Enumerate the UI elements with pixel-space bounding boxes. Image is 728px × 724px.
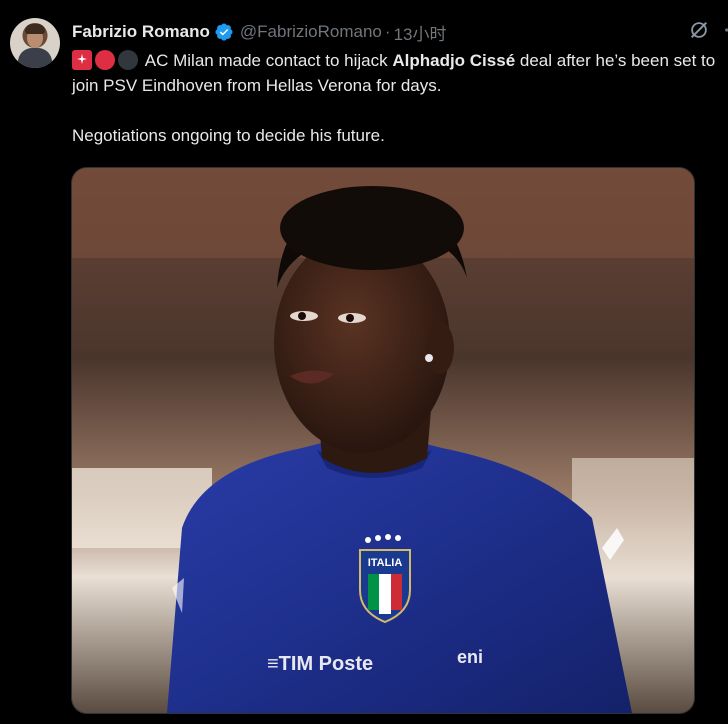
tweet[interactable]: Fabrizio Romano @FabrizioRomano · 13小时 A… (0, 0, 728, 724)
tweet-image[interactable]: ITALIA ≡TIM Poste eni (71, 167, 695, 714)
author-handle[interactable]: @FabrizioRomano (240, 22, 382, 42)
player-name: Alphadjo Cissé (392, 51, 516, 70)
tweet-text: AC Milan made contact to hijack Alphadjo… (72, 48, 722, 148)
tweet-header: Fabrizio Romano @FabrizioRomano · 13小时 (72, 20, 446, 44)
avatar[interactable] (10, 18, 60, 68)
separator-dot: · (384, 22, 391, 41)
tweet-paragraph-2: Negotiations ongoing to decide his futur… (72, 126, 385, 145)
author-name[interactable]: Fabrizio Romano (72, 22, 210, 42)
tweet-paragraph-1: AC Milan made contact to hijack Alphadjo… (72, 48, 722, 98)
text-before-name: AC Milan made contact to hijack (141, 51, 393, 70)
more-icon[interactable] (718, 19, 728, 41)
grok-icon[interactable] (688, 19, 710, 41)
player-photo: ITALIA ≡TIM Poste eni (72, 168, 694, 713)
siren-emoji (72, 50, 92, 70)
sponsor-text: ≡TIM Poste (267, 653, 373, 675)
sponsor-text-2: eni (457, 647, 483, 667)
verified-badge-icon (215, 23, 233, 41)
red-circle-emoji (95, 50, 115, 70)
crest-text: ITALIA (368, 557, 403, 569)
timestamp[interactable]: 13小时 (394, 20, 447, 45)
black-circle-emoji (118, 50, 138, 70)
